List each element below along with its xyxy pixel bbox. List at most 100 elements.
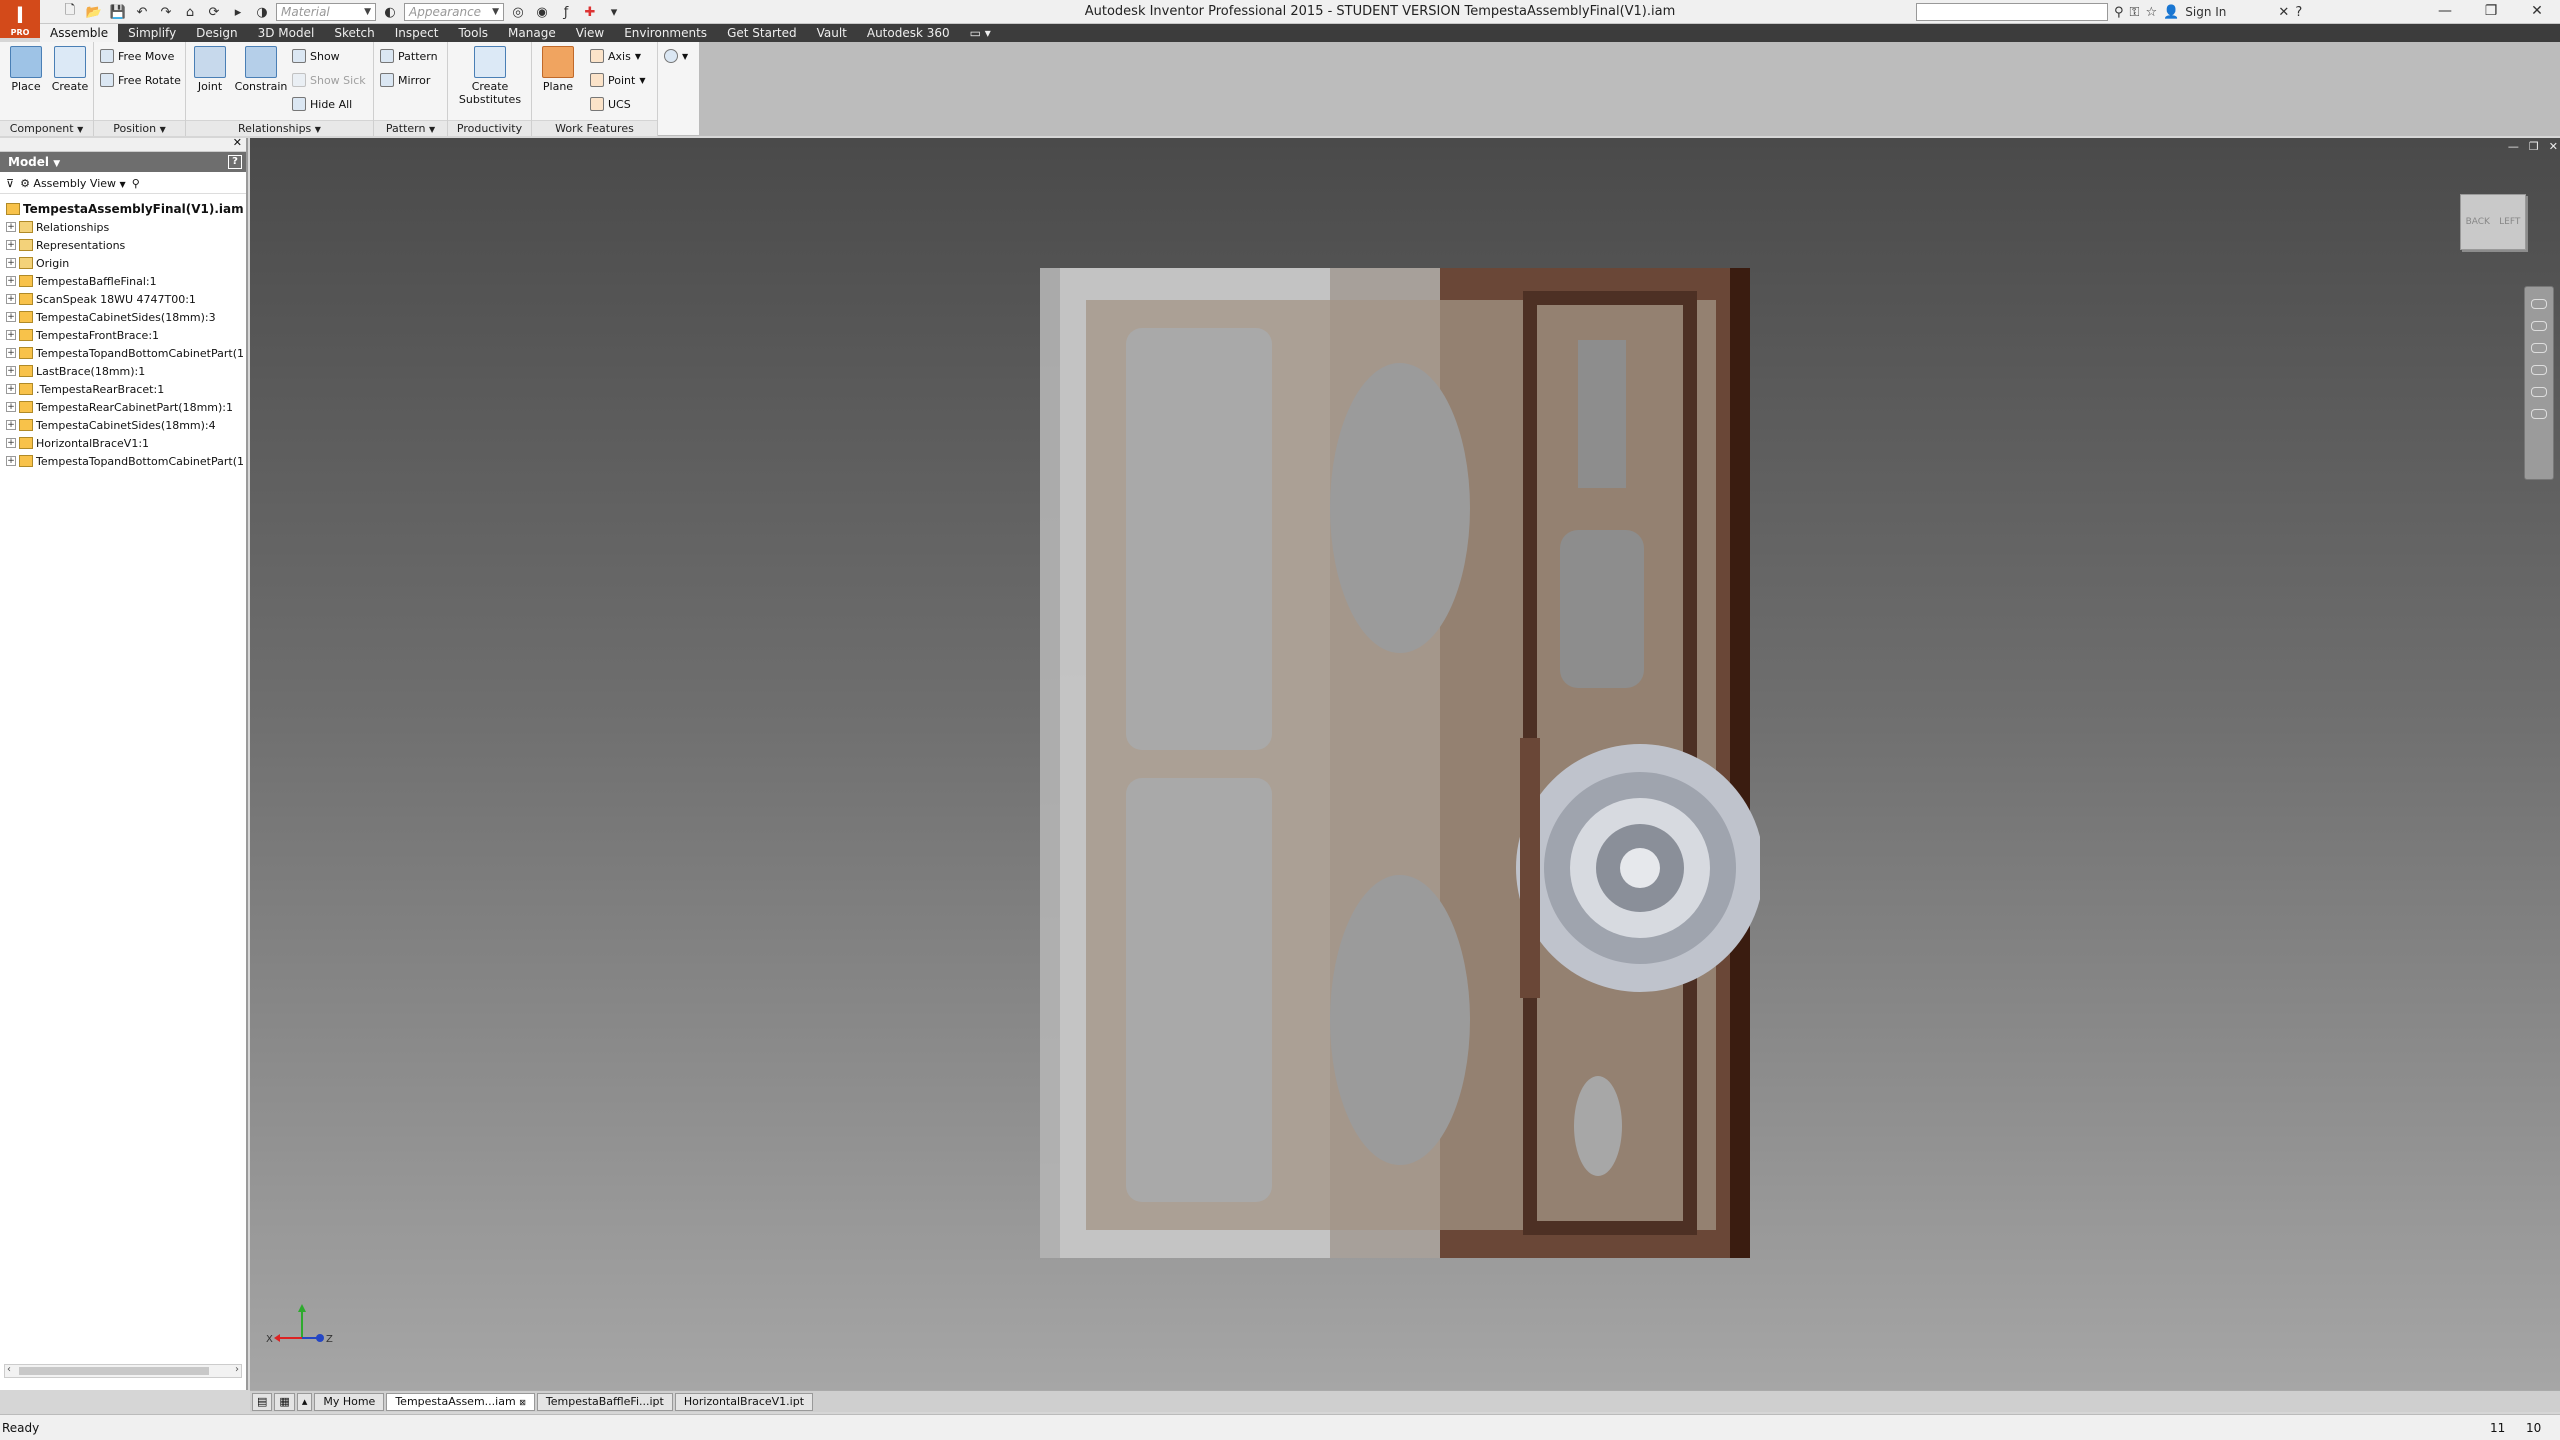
model-browser-header[interactable]: Model ▼ ? (0, 152, 246, 172)
tab-inspect[interactable]: Inspect (385, 24, 449, 42)
app-menu-button[interactable]: I PRO (0, 0, 40, 38)
tree-item[interactable]: + TempestaFrontBrace:1 (4, 326, 244, 344)
restore-button[interactable]: ❐ (2468, 0, 2514, 24)
tab-baffle-doc[interactable]: TempestaBaffleFi...ipt (536, 1392, 673, 1411)
plus-icon[interactable]: ✚ (580, 3, 600, 21)
find-icon[interactable]: ⚲ (132, 177, 140, 190)
expand-icon[interactable]: + (6, 366, 16, 376)
group-label-position[interactable]: Position ▼ (94, 120, 185, 136)
free-move-button[interactable]: Free Move (100, 46, 174, 66)
show-sick-button[interactable]: Show Sick (292, 70, 366, 90)
select-icon[interactable]: ▸ (228, 3, 248, 21)
steering-wheel-icon[interactable] (2531, 299, 2547, 309)
expand-icon[interactable]: + (6, 456, 16, 466)
view-cube[interactable]: BACK LEFT (2460, 194, 2526, 250)
assembly-view-dropdown[interactable]: ⚙ Assembly View ▼ (20, 177, 126, 190)
scroll-left-icon[interactable]: ‹ (7, 1364, 11, 1375)
minimize-button[interactable]: — (2422, 0, 2468, 24)
material-dropdown[interactable]: Material ▼ (276, 3, 376, 21)
tree-root[interactable]: TempestaAssemblyFinal(V1).iam (4, 200, 244, 218)
tab-horizontal-brace-doc[interactable]: HorizontalBraceV1.ipt (674, 1392, 814, 1411)
expand-icon[interactable]: + (6, 348, 16, 358)
speaker-cabinet-model[interactable] (1040, 268, 1760, 1268)
expand-icon[interactable]: + (6, 420, 16, 430)
pan-icon[interactable] (2531, 321, 2547, 331)
tree-item[interactable]: + HorizontalBraceV1:1 (4, 434, 244, 452)
home-icon[interactable]: ⌂ (180, 3, 200, 21)
adjust-icon[interactable]: ◉ (532, 3, 552, 21)
minimize-icon[interactable]: — (2508, 140, 2519, 153)
tree-item[interactable]: + TempestaRearCabinetPart(18mm):1 (4, 398, 244, 416)
undo-icon[interactable]: ↶ (132, 3, 152, 21)
pattern-button[interactable]: Pattern (380, 46, 438, 66)
point-button[interactable]: Point ▼ (590, 70, 645, 90)
tab-assembly-doc[interactable]: TempestaAssem...iam ⊠ (386, 1392, 535, 1411)
expand-icon[interactable]: + (6, 330, 16, 340)
tab-vault[interactable]: Vault (807, 24, 857, 42)
ucs-button[interactable]: UCS (590, 94, 631, 114)
tab-manage[interactable]: Manage (498, 24, 566, 42)
tree-item[interactable]: + TempestaTopandBottomCabinetPart(18m (4, 452, 244, 470)
expand-icon[interactable]: + (6, 294, 16, 304)
cascade-view-icon[interactable]: ▦ (274, 1392, 295, 1411)
tab-tools[interactable]: Tools (448, 24, 498, 42)
hide-all-button[interactable]: Hide All (292, 94, 352, 114)
open-icon[interactable]: 📂 (84, 3, 104, 21)
viewcube-back-face[interactable]: BACK (2466, 217, 2490, 227)
group-label-pattern[interactable]: Pattern ▼ (374, 120, 447, 136)
new-icon[interactable]: 🗋 (60, 3, 80, 21)
close-icon[interactable]: ⊠ (519, 1398, 526, 1407)
tab-sketch[interactable]: Sketch (324, 24, 384, 42)
tile-view-icon[interactable]: ▤ (252, 1392, 273, 1411)
help-icon[interactable]: ? (228, 155, 242, 169)
horizontal-scrollbar[interactable]: ‹ › (4, 1364, 242, 1378)
redo-icon[interactable]: ↷ (156, 3, 176, 21)
joint-button[interactable]: Joint (188, 46, 232, 93)
update-icon[interactable]: ⟳ (204, 3, 224, 21)
doc-menu-icon[interactable]: ▴ (296, 1392, 313, 1411)
tree-item[interactable]: + Representations (4, 236, 244, 254)
tree-item[interactable]: + .TempestaRearBracet:1 (4, 380, 244, 398)
tree-item[interactable]: + Relationships (4, 218, 244, 236)
tab-view[interactable]: View (566, 24, 614, 42)
show-button[interactable]: Show (292, 46, 340, 66)
plane-button[interactable]: Plane (536, 46, 580, 93)
tree-item[interactable]: + LastBrace(18mm):1 (4, 362, 244, 380)
fx-icon[interactable]: ƒ (556, 3, 576, 21)
tree-item[interactable]: + ScanSpeak 18WU 4747T00:1 (4, 290, 244, 308)
help-icon[interactable]: ? (2295, 5, 2302, 20)
save-icon[interactable]: 💾 (108, 3, 128, 21)
tab-design[interactable]: Design (186, 24, 247, 42)
axis-button[interactable]: Axis ▼ (590, 46, 641, 66)
appearance-dropdown[interactable]: Appearance ▼ (404, 3, 504, 21)
create-component-button[interactable]: Create (48, 46, 92, 93)
graphics-viewport[interactable]: — ❐ ✕ BACK LEFT X Z (250, 138, 2560, 1390)
close-icon[interactable]: ✕ (2549, 140, 2558, 153)
expand-icon[interactable]: + (6, 258, 16, 268)
expand-icon[interactable]: + (6, 240, 16, 250)
user-icon[interactable]: 👤 (2163, 5, 2179, 20)
navigation-bar[interactable] (2524, 286, 2554, 480)
scroll-thumb[interactable] (19, 1367, 209, 1375)
constrain-button[interactable]: Constrain (232, 46, 290, 93)
customize-nav-icon[interactable] (2531, 409, 2547, 419)
restore-icon[interactable]: ❐ (2529, 140, 2539, 153)
look-at-icon[interactable] (2531, 387, 2547, 397)
tree-item[interactable]: + TempestaBaffleFinal:1 (4, 272, 244, 290)
scroll-right-icon[interactable]: › (235, 1364, 239, 1375)
expand-icon[interactable]: + (6, 402, 16, 412)
ribbon-options-icon[interactable]: ▭ ▾ (960, 24, 1001, 42)
sign-in-link[interactable]: Sign In (2185, 5, 2226, 19)
tab-simplify[interactable]: Simplify (118, 24, 186, 42)
subscription-icon[interactable]: ⚿ (2130, 5, 2140, 20)
orbit-icon[interactable] (2531, 365, 2547, 375)
help-search-input[interactable] (1916, 3, 2108, 21)
close-icon[interactable]: ✕ (233, 136, 242, 149)
binoculars-icon[interactable]: ⚲ (2114, 5, 2124, 20)
tree-item[interactable]: + TempestaCabinetSides(18mm):3 (4, 308, 244, 326)
tab-autodesk-360[interactable]: Autodesk 360 (857, 24, 960, 42)
tree-item[interactable]: + TempestaTopandBottomCabinetPart(18m (4, 344, 244, 362)
group-label-relationships[interactable]: Relationships ▼ (186, 120, 373, 136)
zoom-icon[interactable] (2531, 343, 2547, 353)
tab-3d-model[interactable]: 3D Model (248, 24, 325, 42)
